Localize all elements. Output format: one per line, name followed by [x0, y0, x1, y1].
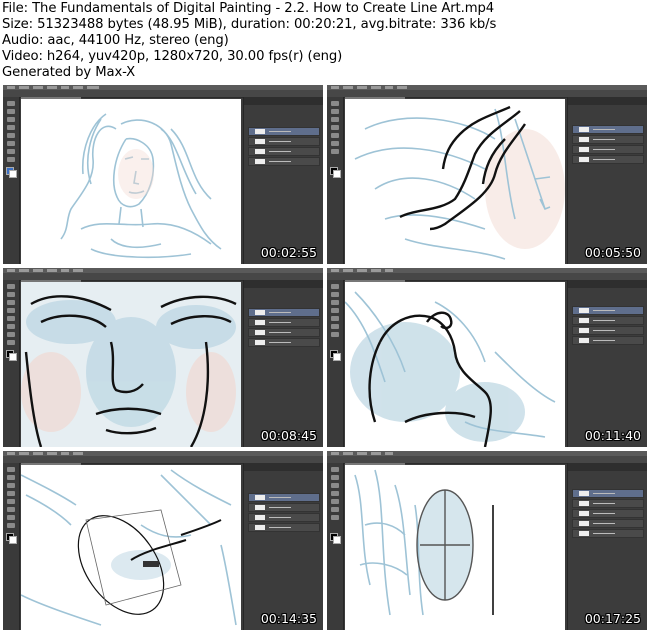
timestamp-label: 00:08:45: [260, 428, 317, 443]
video-info-header: File: The Fundamentals of Digital Painti…: [0, 0, 650, 84]
tools-panel: [327, 97, 344, 264]
audio-info-line: Audio: aac, 44100 Hz, stereo (eng): [2, 33, 229, 48]
timestamp-label: 00:05:50: [584, 245, 641, 260]
tools-panel: [327, 463, 344, 630]
drawing-canvas[interactable]: [21, 282, 241, 447]
layers-panel: [243, 97, 323, 264]
tools-panel: [327, 280, 344, 447]
layers-panel: [567, 463, 647, 630]
layers-panel: [243, 280, 323, 447]
generator-line: Generated by Max-X: [2, 65, 136, 80]
thumbnail-2[interactable]: 00:05:50: [327, 85, 647, 264]
drawing-canvas[interactable]: [21, 99, 241, 264]
file-info-line: File: The Fundamentals of Digital Painti…: [2, 1, 495, 16]
tools-panel: [3, 280, 20, 447]
timestamp-label: 00:11:40: [584, 428, 641, 443]
size-info-line: Size: 51323488 bytes (48.95 MiB), durati…: [2, 17, 497, 32]
layers-panel: [567, 280, 647, 447]
thumbnail-3[interactable]: 00:08:45: [3, 268, 323, 447]
drawing-canvas[interactable]: [21, 465, 241, 630]
layers-panel: [567, 97, 647, 264]
tools-panel: [3, 97, 20, 264]
timestamp-label: 00:02:55: [260, 245, 317, 260]
drawing-canvas[interactable]: [345, 282, 565, 447]
thumbnail-5[interactable]: 00:14:35: [3, 451, 323, 630]
drawing-canvas[interactable]: [345, 99, 565, 264]
drawing-canvas[interactable]: [345, 465, 565, 630]
thumbnail-6[interactable]: 00:17:25: [327, 451, 647, 630]
timestamp-label: 00:14:35: [260, 611, 317, 626]
tools-panel: [3, 463, 20, 630]
thumbnail-4[interactable]: 00:11:40: [327, 268, 647, 447]
thumbnail-1[interactable]: 00:02:55: [3, 85, 323, 264]
video-info-line: Video: h264, yuv420p, 1280x720, 30.00 fp…: [2, 49, 343, 64]
timestamp-label: 00:17:25: [584, 611, 641, 626]
layers-panel: [243, 463, 323, 630]
